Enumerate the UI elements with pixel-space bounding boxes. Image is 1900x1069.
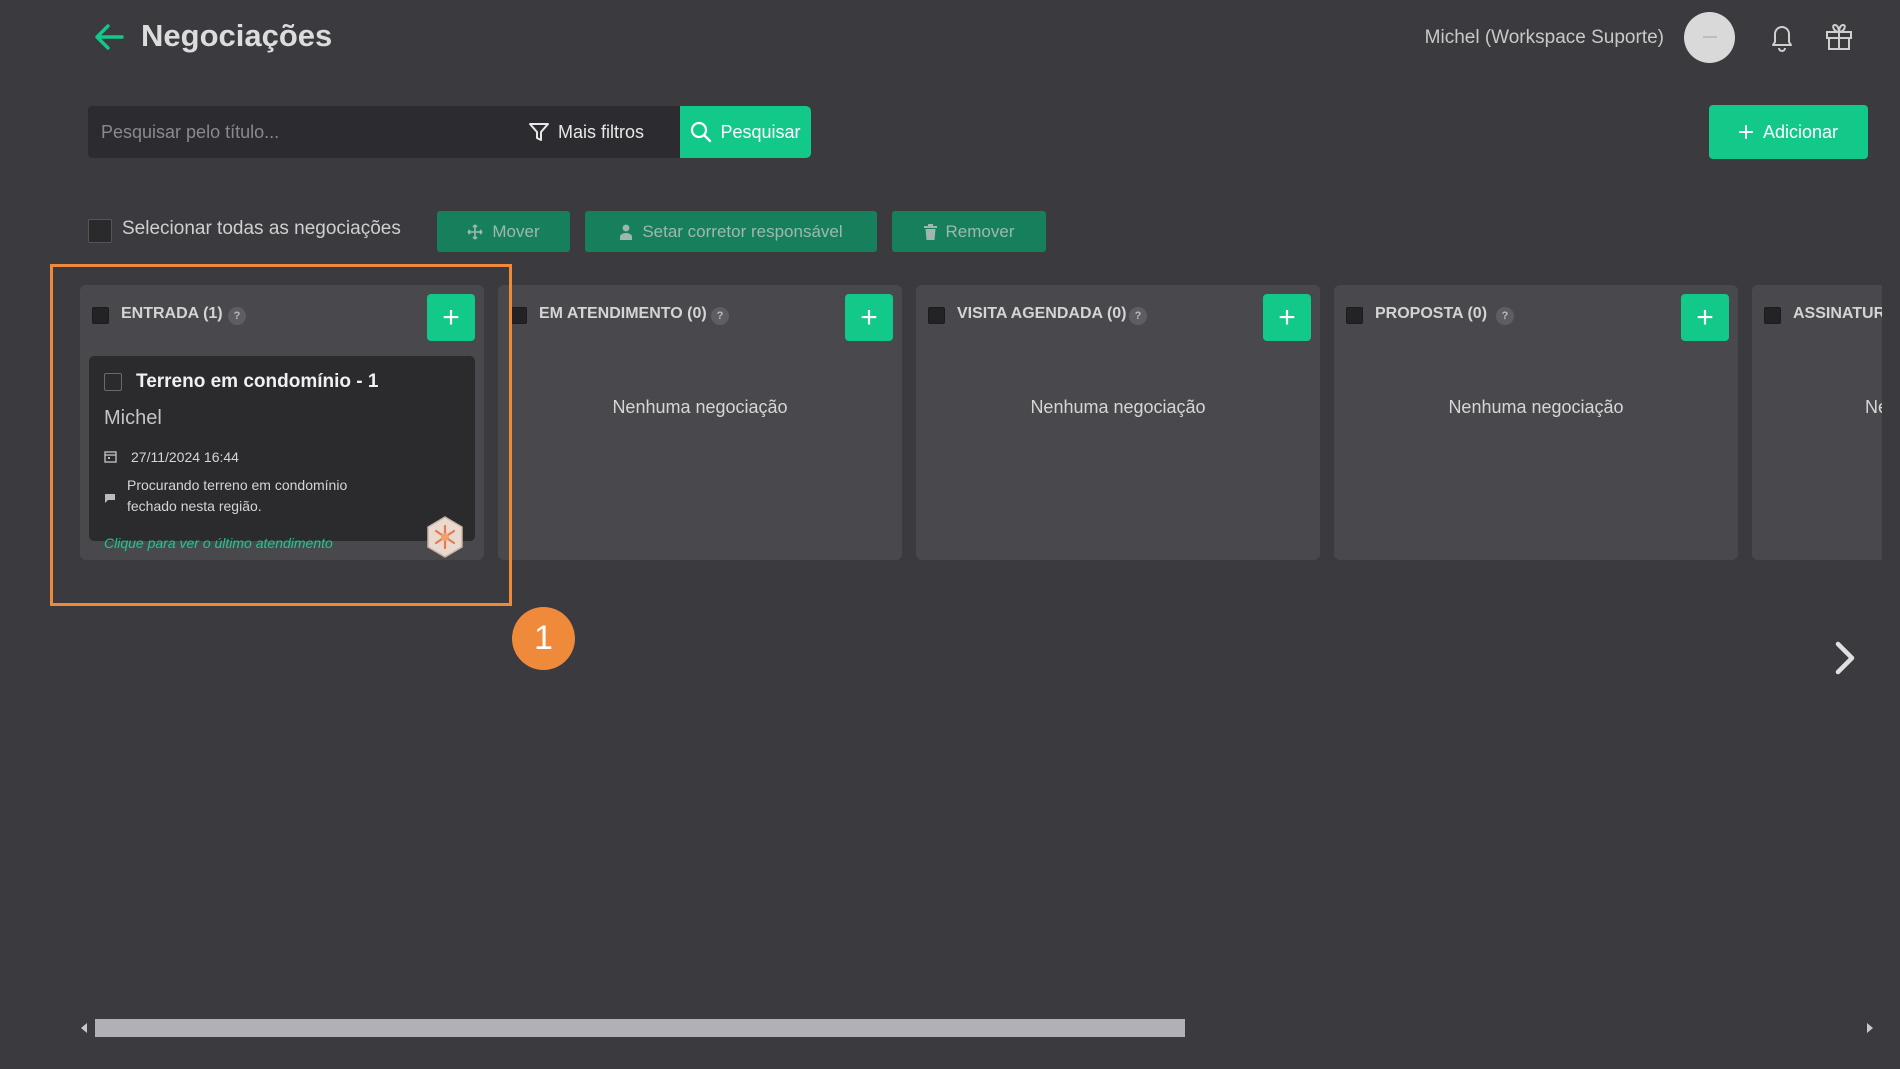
column-empty-text: Nenhuma negociação [1030, 397, 1206, 417]
column-add-button[interactable]: + [1263, 294, 1311, 341]
scroll-right-arrow-icon[interactable] [1864, 1021, 1876, 1035]
gift-icon[interactable] [1824, 22, 1854, 52]
column-title: VISITA AGENDADA (0) [957, 305, 1127, 322]
search-button-label: Pesquisar [720, 121, 801, 142]
back-arrow-icon[interactable] [92, 20, 126, 54]
column-title: PROPOSTA (0) [1375, 305, 1488, 322]
column-proposta: PROPOSTA (0) ? + Nenhuma negociação [1334, 285, 1738, 560]
column-checkbox[interactable] [1764, 307, 1781, 324]
add-deal-label: Adicionar [1762, 121, 1839, 142]
scroll-left-arrow-icon[interactable] [78, 1021, 90, 1035]
search-input[interactable] [88, 106, 518, 158]
user-icon [620, 224, 633, 240]
assign-broker-button[interactable]: Setar corretor responsável [585, 211, 877, 252]
column-assinatura: ASSINATURA Nenhuma negociação [1752, 285, 1882, 560]
move-button[interactable]: Mover [437, 211, 570, 252]
trash-icon [923, 223, 937, 240]
move-label: Mover [492, 221, 540, 241]
column-title: ASSINATURA [1793, 305, 1882, 322]
remove-button[interactable]: Remover [892, 211, 1046, 252]
search-button[interactable]: Pesquisar [680, 106, 811, 158]
filter-icon [529, 123, 549, 141]
help-icon[interactable]: ? [711, 307, 729, 325]
column-checkbox[interactable] [928, 307, 945, 324]
search-bar: Mais filtros [88, 106, 681, 158]
bell-icon[interactable] [1768, 22, 1796, 52]
column-add-button[interactable]: + [1681, 294, 1729, 341]
plus-icon [1738, 125, 1753, 139]
column-checkbox[interactable] [510, 307, 527, 324]
select-all-label[interactable]: Selecionar todas as negociações [122, 218, 401, 240]
column-title: EM ATENDIMENTO (0) [539, 305, 707, 322]
user-name[interactable]: Michel (Workspace Suporte) [1350, 27, 1664, 49]
column-empty-text: Nenhuma negociação [612, 397, 788, 417]
column-empty-text: Nenhuma negociação [1865, 397, 1882, 417]
search-icon [691, 121, 712, 143]
avatar[interactable] [1684, 12, 1735, 63]
column-empty-text: Nenhuma negociação [1448, 397, 1624, 417]
column-em-atendimento: EM ATENDIMENTO (0) ? + Nenhuma negociaçã… [498, 285, 902, 560]
page-title: Negociações [141, 18, 333, 53]
select-all-checkbox[interactable] [88, 219, 112, 243]
scrollbar-thumb[interactable] [95, 1019, 1185, 1037]
column-add-button[interactable]: + [845, 294, 893, 341]
more-filters-button[interactable]: Mais filtros [528, 106, 644, 158]
column-visita-agendada: VISITA AGENDADA (0) ? + Nenhuma negociaç… [916, 285, 1320, 560]
column-checkbox[interactable] [1346, 307, 1363, 324]
tutorial-highlight [50, 264, 512, 606]
assign-broker-label: Setar corretor responsável [642, 221, 843, 241]
remove-label: Remover [945, 221, 1015, 241]
horizontal-scrollbar[interactable] [94, 1018, 1856, 1038]
move-icon [467, 223, 483, 240]
help-icon[interactable]: ? [1129, 307, 1147, 325]
step-marker: 1 [512, 607, 575, 670]
more-filters-label: Mais filtros [558, 121, 645, 142]
help-icon[interactable]: ? [1496, 307, 1514, 325]
add-deal-button[interactable]: Adicionar [1709, 105, 1868, 159]
chevron-right-icon[interactable] [1830, 638, 1860, 678]
